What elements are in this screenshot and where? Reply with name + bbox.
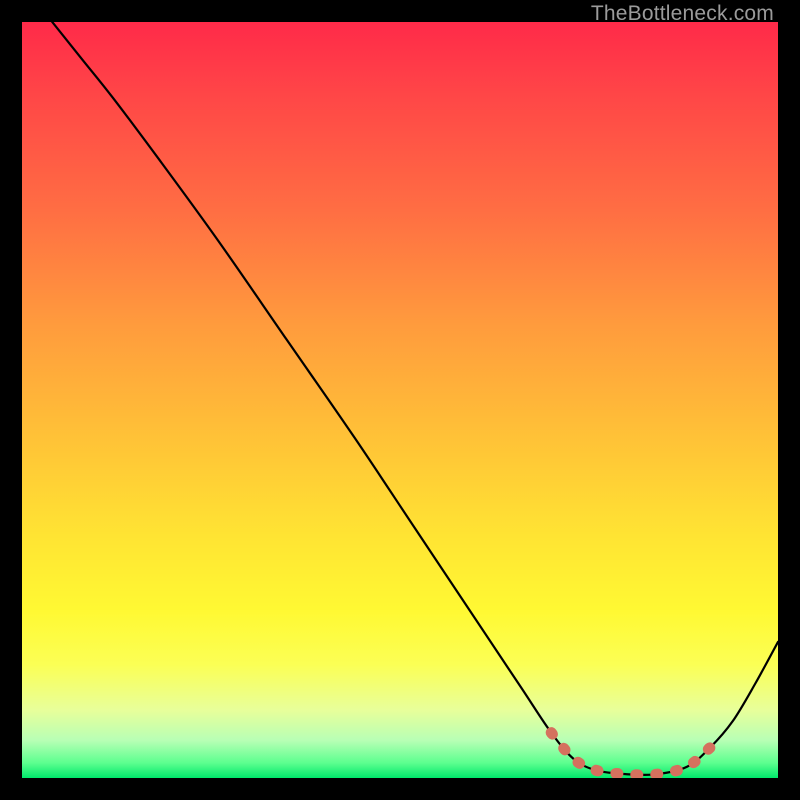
chart-container: TheBottleneck.com: [0, 0, 800, 800]
plot-area: [22, 22, 778, 778]
curve-layer: [22, 22, 778, 778]
attribution-label: TheBottleneck.com: [591, 2, 774, 26]
optimal-range-highlight: [551, 733, 710, 775]
bottleneck-curve: [52, 22, 778, 775]
